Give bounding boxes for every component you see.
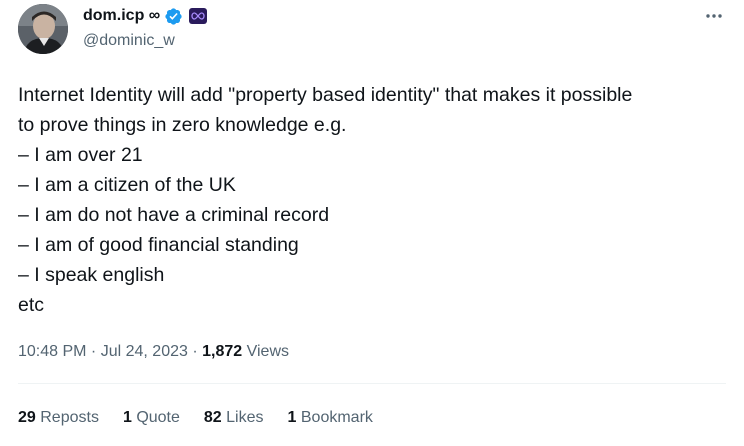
tweet-line: – I speak english	[18, 264, 165, 286]
tweet-line: – I am do not have a criminal record	[18, 204, 330, 226]
tweet-line: etc	[18, 294, 45, 316]
avatar[interactable]	[18, 4, 68, 54]
infinity-badge-icon[interactable]	[189, 8, 208, 24]
quotes-stat[interactable]: 1 Quote	[123, 407, 180, 429]
likes-label: Likes	[226, 409, 264, 426]
handle[interactable]: @dominic_w	[83, 31, 175, 51]
tweet: dom.icp ∞ @dominic_w Internet Identity w…	[0, 0, 744, 446]
bookmarks-count: 1	[287, 409, 297, 426]
tweet-text: Internet Identity will add "property bas…	[18, 80, 733, 320]
tweet-time[interactable]: 10:48 PM	[18, 343, 86, 360]
tweet-meta: 10:48 PM · Jul 24, 2023 · 1,872 Views	[18, 341, 289, 363]
tweet-line: – I am a citizen of the UK	[18, 174, 236, 196]
reposts-stat[interactable]: 29 Reposts	[18, 407, 99, 429]
quotes-label: Quote	[136, 409, 180, 426]
display-name[interactable]: dom.icp ∞	[83, 5, 160, 27]
tweet-line: – I am of good financial standing	[18, 234, 299, 256]
bookmarks-stat[interactable]: 1 Bookmark	[288, 407, 373, 429]
tweet-date[interactable]: Jul 24, 2023	[101, 343, 188, 360]
tweet-line: – I am over 21	[18, 144, 143, 166]
likes-stat[interactable]: 82 Likes	[204, 407, 264, 429]
tweet-line: to prove things in zero knowledge e.g.	[18, 114, 347, 136]
likes-count: 82	[203, 409, 222, 426]
divider	[18, 383, 726, 384]
reposts-label: Reposts	[40, 409, 99, 426]
bookmarks-label: Bookmark	[300, 409, 373, 426]
verified-check-icon[interactable]	[164, 7, 183, 26]
meta-separator: ·	[86, 343, 101, 360]
author-name-row: dom.icp ∞	[83, 5, 208, 27]
views-label: Views	[242, 343, 289, 360]
meta-separator: ·	[187, 343, 203, 360]
quotes-count: 1	[122, 409, 132, 426]
tweet-line: Internet Identity will add "property bas…	[18, 84, 633, 106]
views-count: 1,872	[202, 343, 243, 360]
engagement-stats: 29 Reposts 1 Quote 82 Likes 1 Bookmark	[18, 407, 373, 429]
more-options-icon[interactable]	[704, 6, 724, 26]
reposts-count: 29	[18, 409, 36, 426]
